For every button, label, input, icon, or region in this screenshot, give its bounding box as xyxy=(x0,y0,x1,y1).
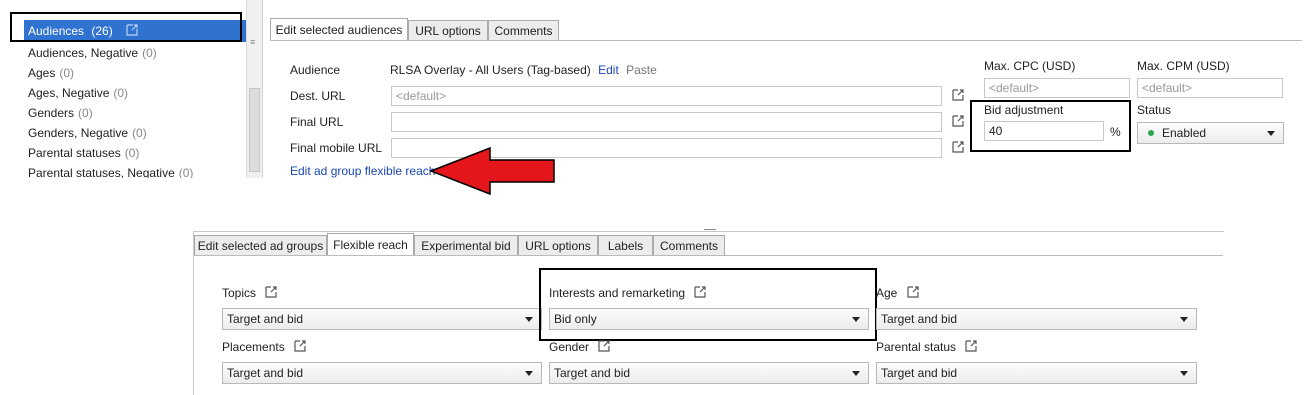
placements-label: Placements xyxy=(222,340,306,354)
tab-edit-selected-audiences[interactable]: Edit selected audiences xyxy=(270,18,408,40)
chevron-down-icon xyxy=(852,371,860,376)
highlight-box xyxy=(10,12,242,42)
max-cpc-input[interactable]: <default> xyxy=(984,78,1130,98)
chevron-down-icon xyxy=(1267,131,1275,136)
tree-item-count: (0) xyxy=(78,106,93,120)
final-url-label: Final URL xyxy=(290,115,344,129)
age-value: Target and bid xyxy=(881,312,958,326)
external-link-icon[interactable] xyxy=(598,340,610,352)
tree-item-audiences-negative[interactable]: Audiences, Negative (0) xyxy=(28,46,157,60)
tree-item-label: Genders xyxy=(28,106,75,120)
age-select[interactable]: Target and bid xyxy=(876,308,1197,330)
scroll-grip-icon: ≡ xyxy=(250,37,256,47)
external-link-icon[interactable] xyxy=(907,286,919,298)
criteria-tree: Audiences (26) Audiences, Negative (0) Ag… xyxy=(0,0,263,178)
tree-item-genders-negative[interactable]: Genders, Negative (0) xyxy=(28,126,147,140)
splitter-grip[interactable] xyxy=(704,229,716,230)
external-link-icon[interactable] xyxy=(952,141,964,153)
chevron-down-icon xyxy=(525,317,533,322)
audience-tabbar: Edit selected audiences URL options Comm… xyxy=(270,18,1302,41)
tree-item-genders[interactable]: Genders (0) xyxy=(28,106,93,120)
tree-item-count: (0) xyxy=(124,146,140,160)
external-link-icon[interactable] xyxy=(965,340,977,352)
tree-item-ages-negative[interactable]: Ages, Negative (0) xyxy=(28,86,128,100)
tree-item-count: (0) xyxy=(132,126,147,140)
final-mobile-url-label: Final mobile URL xyxy=(290,141,383,155)
dest-url-label: Dest. URL xyxy=(290,89,346,103)
edit-audience-link[interactable]: Edit xyxy=(598,63,619,77)
dest-url-input[interactable]: <default> xyxy=(391,86,942,106)
placements-value: Target and bid xyxy=(227,366,304,380)
topics-select[interactable]: Target and bid xyxy=(222,308,542,330)
max-cpc-label: Max. CPC (USD) xyxy=(984,59,1076,73)
external-link-icon[interactable] xyxy=(294,340,306,352)
tree-scrollbar[interactable]: ≡ xyxy=(246,0,262,178)
placements-select[interactable]: Target and bid xyxy=(222,362,542,384)
age-label: Age xyxy=(876,286,919,300)
gender-value: Target and bid xyxy=(554,366,631,380)
tree-item-count: (0) xyxy=(142,46,157,60)
chevron-down-icon xyxy=(525,371,533,376)
topics-label: Topics xyxy=(222,286,277,300)
tab-flexible-reach[interactable]: Flexible reach xyxy=(327,233,414,255)
bid-adjustment-highlight-box xyxy=(970,100,1131,152)
tree-item-label: Parental statuses xyxy=(28,146,121,160)
tree-item-label: Audiences, Negative xyxy=(28,46,139,60)
parental-status-label: Parental status xyxy=(876,340,977,354)
external-link-icon[interactable] xyxy=(265,286,277,298)
tree-item-parental-statuses[interactable]: Parental statuses (0) xyxy=(28,146,139,160)
tree-item-count: (0) xyxy=(59,66,75,80)
chevron-down-icon xyxy=(1180,371,1188,376)
max-cpm-input[interactable]: <default> xyxy=(1137,78,1283,98)
tree-item-count: (0) xyxy=(113,86,129,100)
parental-status-value: Target and bid xyxy=(881,366,958,380)
topics-value: Target and bid xyxy=(227,312,304,326)
tree-item-label: Ages xyxy=(28,66,56,80)
tree-item-label: Genders, Negative xyxy=(28,126,129,140)
tab-url-options[interactable]: URL options xyxy=(518,235,598,255)
tab-experimental-bid[interactable]: Experimental bid xyxy=(414,235,518,255)
external-link-icon[interactable] xyxy=(952,89,964,101)
red-arrow-icon xyxy=(428,146,555,196)
audience-name: RLSA Overlay - All Users (Tag-based) xyxy=(390,63,591,77)
max-cpm-label: Max. CPM (USD) xyxy=(1137,59,1230,73)
tab-url-options[interactable]: URL options xyxy=(408,20,488,40)
gender-select[interactable]: Target and bid xyxy=(549,362,869,384)
status-dot-icon xyxy=(1148,130,1154,136)
scrollbar-thumb[interactable] xyxy=(249,88,260,172)
tree-item-label: Ages, Negative xyxy=(28,86,110,100)
interests-highlight-box xyxy=(539,268,877,341)
audience-value: RLSA Overlay - All Users (Tag-based) Edi… xyxy=(390,63,657,77)
tab-comments[interactable]: Comments xyxy=(653,235,725,255)
tree-item-count: (0) xyxy=(178,166,194,178)
tab-comments[interactable]: Comments xyxy=(488,20,559,40)
gender-label: Gender xyxy=(549,340,610,354)
status-value: Enabled xyxy=(1162,126,1207,140)
external-link-icon[interactable] xyxy=(952,115,964,127)
parental-status-select[interactable]: Target and bid xyxy=(876,362,1197,384)
tree-item-ages[interactable]: Ages (0) xyxy=(28,66,74,80)
paste-audience-link[interactable]: Paste xyxy=(626,63,657,77)
ad-group-tabbar: Edit selected ad groups Flexible reach E… xyxy=(194,233,1223,256)
status-select[interactable]: Enabled xyxy=(1137,122,1284,144)
final-url-input[interactable] xyxy=(391,112,942,132)
chevron-down-icon xyxy=(1180,317,1188,322)
edit-flexible-reach-link[interactable]: Edit ad group flexible reach xyxy=(290,164,435,178)
tree-item-label: Parental statuses, Negative xyxy=(28,166,175,178)
tree-item-parental-statuses-negative[interactable]: Parental statuses, Negative (0) xyxy=(28,166,193,178)
tab-edit-selected-ad-groups[interactable]: Edit selected ad groups xyxy=(194,235,327,255)
tab-labels[interactable]: Labels xyxy=(598,235,653,255)
status-label: Status xyxy=(1137,103,1172,117)
audience-label: Audience xyxy=(290,63,341,77)
selected-tree-item[interactable]: Audiences (26) xyxy=(10,12,253,44)
